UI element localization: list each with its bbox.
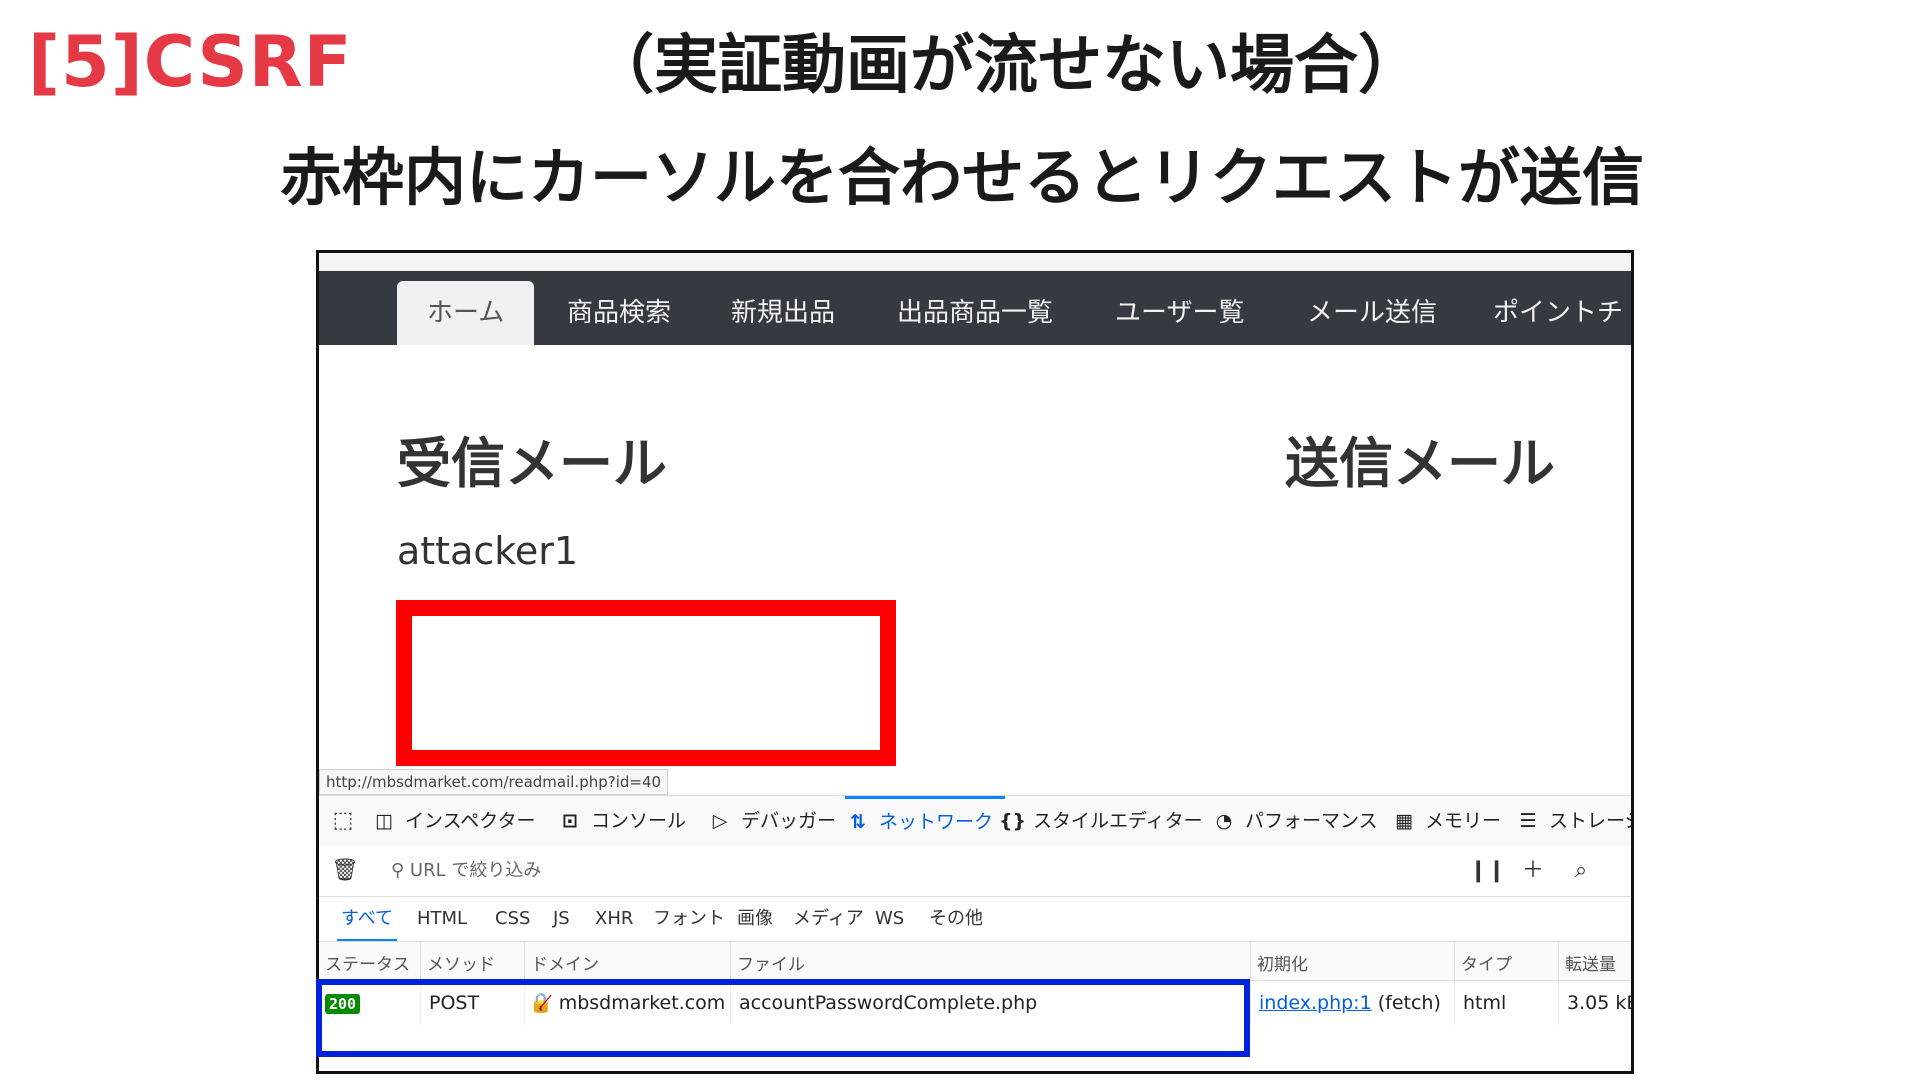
browser-top-strip	[319, 253, 1631, 271]
devtools-tabbar: ⬚ ◫ インスペクター ⊡ コンソール ▷ デバッガー ⇅ ネットワーク {} スタイルエ…	[319, 795, 1631, 847]
performance-icon: ◔	[1215, 810, 1233, 832]
nav-item-listings[interactable]: 出品商品一覧	[867, 281, 1083, 345]
trash-icon[interactable]: 🗑	[327, 846, 363, 896]
hover-trigger-area[interactable]	[396, 600, 896, 766]
initiator-link[interactable]: index.php:1	[1259, 992, 1372, 1014]
type-filter-html[interactable]: HTML	[417, 897, 467, 941]
nav-item-home[interactable]: ホーム	[397, 281, 535, 345]
col-domain[interactable]: ドメイン	[525, 942, 731, 980]
slide-title: （実証動画が流せない場合）	[590, 29, 1422, 103]
tab-label: パフォーマンス	[1245, 810, 1378, 832]
debugger-icon: ▷	[712, 810, 728, 832]
sent-heading: 送信メール	[1285, 432, 1555, 495]
type-filter-js[interactable]: JS	[553, 897, 570, 941]
nav-item-new-listing[interactable]: 新規出品	[701, 281, 865, 345]
type-filter-xhr[interactable]: XHR	[595, 897, 633, 941]
tab-network[interactable]: ⇅ ネットワーク	[845, 796, 1006, 846]
col-status[interactable]: ステータス	[319, 942, 421, 980]
tab-label: メモリー	[1425, 810, 1502, 832]
col-file[interactable]: ファイル	[731, 942, 1251, 980]
type-filter-other[interactable]: その他	[929, 897, 983, 941]
network-icon: ⇅	[850, 811, 866, 833]
type-filter-all[interactable]: すべて	[337, 897, 398, 941]
filter-row: 🗑 ⚲ URL で絞り込み ❙❙ ＋ ⌕	[319, 846, 1631, 897]
nav-item-points[interactable]: ポイントチ	[1463, 281, 1631, 345]
tab-performance[interactable]: ◔ パフォーマンス	[1211, 796, 1378, 846]
type-filter-ws[interactable]: WS	[875, 897, 904, 941]
column-header-row: ステータス メソッド ドメイン ファイル 初期化 タイプ 転送量	[319, 942, 1631, 981]
tab-label: デバッガー	[741, 810, 837, 832]
search-icon[interactable]: ⌕	[1563, 846, 1599, 896]
cell-initiator: index.php:1 (fetch)	[1251, 981, 1455, 1025]
tab-label: ネットワーク	[879, 811, 994, 833]
tab-debugger[interactable]: ▷ デバッガー	[707, 796, 836, 846]
tab-label: ストレージ	[1549, 810, 1631, 832]
tab-storage[interactable]: ☰ ストレージ	[1515, 796, 1631, 846]
storage-icon: ☰	[1519, 810, 1537, 832]
filter-placeholder: URL で絞り込み	[409, 860, 542, 881]
type-filter-image[interactable]: 画像	[737, 897, 773, 941]
nav-item-search[interactable]: 商品検索	[537, 281, 701, 345]
plus-icon[interactable]: ＋	[1515, 846, 1551, 896]
inbox-heading: 受信メール	[397, 432, 667, 495]
col-type[interactable]: タイプ	[1455, 942, 1559, 980]
col-method[interactable]: メソッド	[421, 942, 525, 980]
col-initiator[interactable]: 初期化	[1251, 942, 1455, 980]
status-url: http://mbsdmarket.com/readmail.php?id=40	[319, 769, 669, 795]
slide-tag: [5]CSRF	[28, 21, 353, 103]
memory-icon: ▦	[1395, 810, 1413, 832]
mail-sender[interactable]: attacker1	[397, 529, 578, 573]
inspector-icon: ◫	[375, 810, 393, 832]
tab-label: スタイルエディター	[1033, 810, 1203, 832]
type-filter-font[interactable]: フォント	[653, 897, 725, 941]
tab-label: コンソール	[591, 810, 687, 832]
nav-item-users[interactable]: ユーザー覧	[1085, 281, 1274, 345]
style-editor-icon: {}	[999, 810, 1027, 832]
tab-label: インスペクター	[405, 810, 536, 832]
element-picker-icon[interactable]: ⬚	[325, 796, 361, 846]
tab-console[interactable]: ⊡ コンソール	[557, 796, 686, 846]
browser-screenshot: ホーム 商品検索 新規出品 出品商品一覧 ユーザー覧 メール送信 ポイントチ 受…	[316, 250, 1634, 1074]
type-filter-media[interactable]: メディア	[793, 897, 864, 941]
console-icon: ⊡	[562, 810, 578, 832]
request-highlight-box	[316, 979, 1250, 1057]
url-filter-input[interactable]: ⚲ URL で絞り込み	[391, 846, 541, 896]
col-transferred[interactable]: 転送量	[1559, 942, 1631, 980]
navbar: ホーム 商品検索 新規出品 出品商品一覧 ユーザー覧 メール送信 ポイントチ	[319, 271, 1631, 345]
funnel-icon: ⚲	[391, 860, 410, 881]
cell-type: html	[1455, 981, 1559, 1025]
tab-style-editor[interactable]: {} スタイルエディター	[999, 796, 1203, 846]
initiator-type: (fetch)	[1377, 992, 1441, 1014]
slide-subtitle: 赤枠内にカーソルを合わせるとリクエストが送信	[280, 141, 1645, 214]
type-filter-css[interactable]: CSS	[495, 897, 530, 941]
type-filter-row: すべて HTML CSS JS XHR フォント 画像 メディア WS その他	[319, 897, 1631, 942]
pause-icon[interactable]: ❙❙	[1469, 846, 1506, 896]
tab-inspector[interactable]: ◫ インスペクター	[371, 796, 536, 846]
nav-item-send-mail[interactable]: メール送信	[1277, 281, 1467, 345]
tab-memory[interactable]: ▦ メモリー	[1391, 796, 1501, 846]
cell-transferred: 3.05 kB	[1559, 981, 1631, 1025]
